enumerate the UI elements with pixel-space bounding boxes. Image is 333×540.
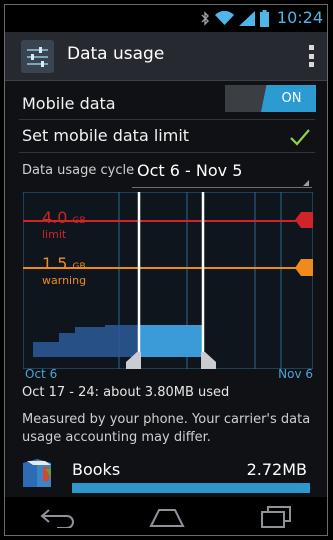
usage-selected-range: [139, 325, 203, 357]
recents-icon[interactable]: [259, 506, 293, 528]
carrier-note: Measured by your phone. Your carrier's d…: [22, 412, 311, 445]
warning-label: warning: [42, 274, 87, 287]
settings-sliders-icon[interactable]: [21, 40, 54, 73]
data-limit-label: Set mobile data limit: [22, 126, 190, 145]
limit-label: limit: [42, 228, 67, 241]
divider: [19, 119, 315, 120]
usage-chart: 4.0 GB limit 1.5 GB warning Oct 6 Nov 6: [23, 192, 313, 381]
books-icon: [23, 459, 51, 487]
status-bar: 10:24: [5, 5, 327, 32]
mobile-data-toggle[interactable]: ON: [225, 85, 316, 112]
usage-summary: Oct 17 - 24: about 3.80MB used: [22, 385, 230, 400]
app-usage-fill: [72, 483, 310, 493]
mobile-data-label: Mobile data: [22, 94, 116, 113]
toggle-on-label: ON: [261, 85, 316, 112]
overflow-menu-icon[interactable]: [309, 45, 315, 67]
axis-end-date: Nov 6: [278, 367, 313, 381]
page-title: Data usage: [67, 44, 165, 64]
cycle-label: Data usage cycle: [22, 163, 135, 178]
cycle-spinner[interactable]: Oct 6 - Nov 5: [137, 161, 242, 180]
wifi-icon: [215, 11, 234, 25]
home-icon[interactable]: [148, 506, 186, 528]
warning-value: 1.5 GB: [42, 254, 86, 273]
phone-screen: 10:24 Data usage Mobile data ON Set mobi…: [4, 4, 328, 536]
action-bar: Data usage: [5, 32, 327, 81]
spinner-underline: [132, 187, 312, 188]
back-icon[interactable]: [39, 506, 77, 528]
signal-icon: [239, 11, 255, 26]
app-size: 2.72MB: [246, 460, 307, 479]
limit-value: 4.0 GB: [42, 208, 86, 227]
bluetooth-icon: [201, 11, 209, 26]
app-name[interactable]: Books: [72, 460, 120, 479]
navigation-bar: [5, 497, 327, 535]
app-usage-bar: [72, 483, 310, 493]
spinner-arrow-icon: [303, 180, 309, 186]
battery-icon: [260, 10, 269, 27]
divider: [19, 152, 315, 153]
status-clock: 10:24: [276, 8, 323, 27]
axis-start-date: Oct 6: [25, 367, 58, 381]
data-limit-checkbox[interactable]: [289, 127, 311, 147]
